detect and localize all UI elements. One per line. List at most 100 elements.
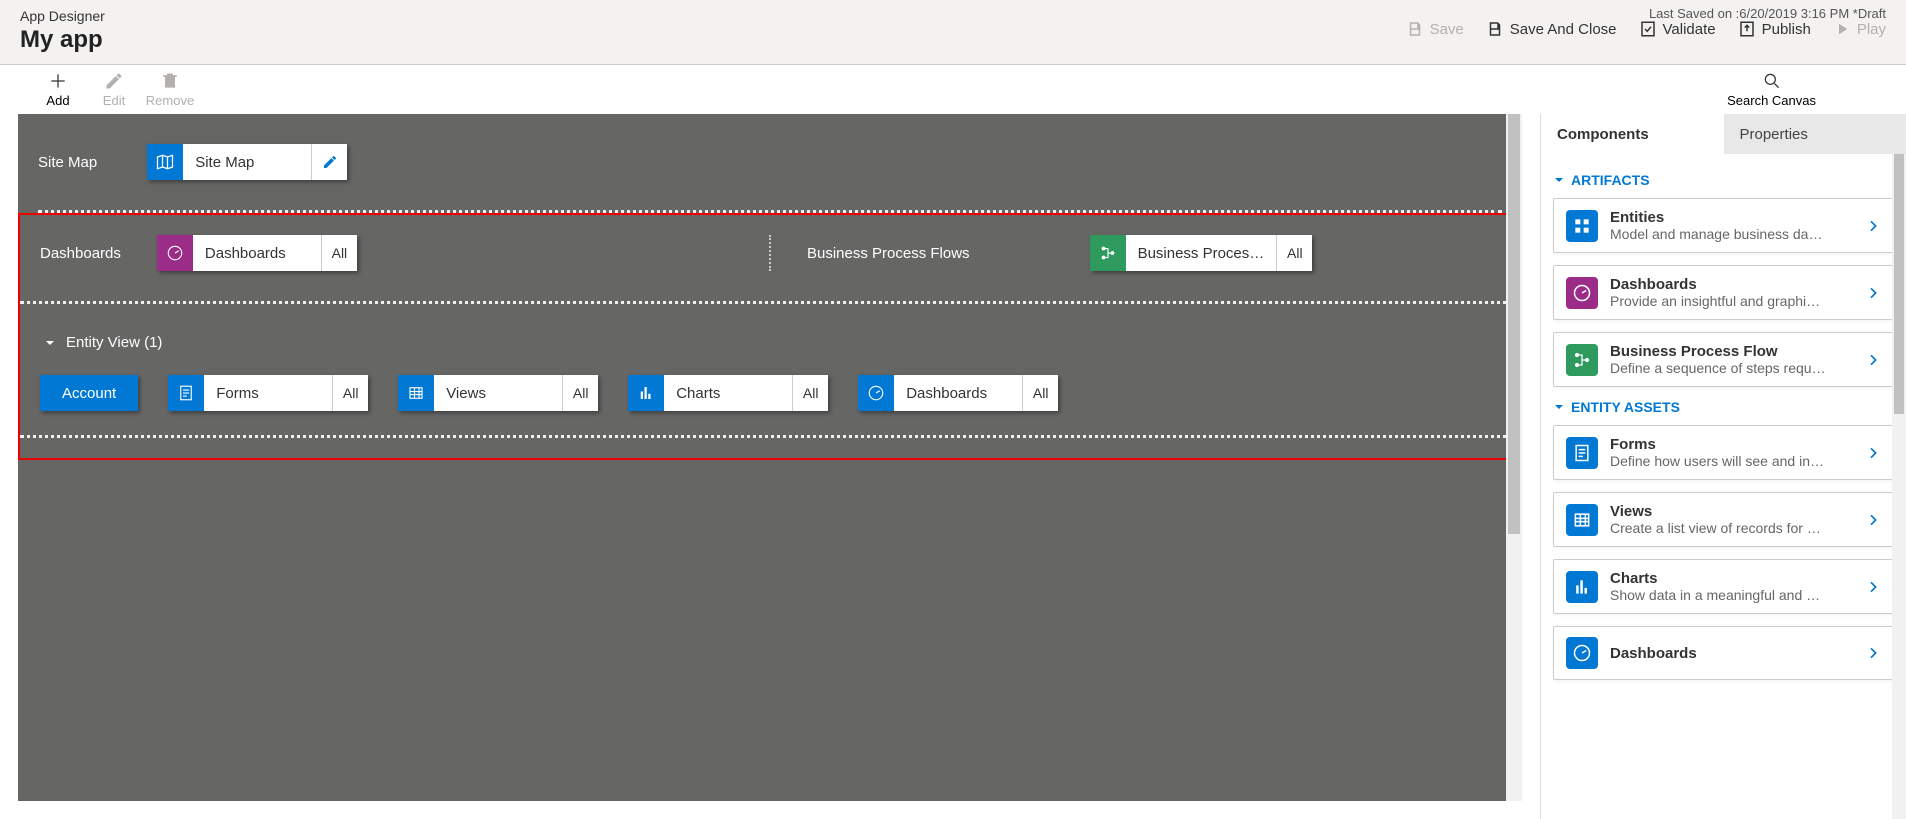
artifacts-header[interactable]: ARTIFACTS [1553, 172, 1894, 188]
save-close-icon [1486, 20, 1504, 38]
card-title: Views [1610, 503, 1853, 520]
save-button: Save [1406, 20, 1464, 38]
form-icon [1566, 437, 1598, 469]
card-title: Dashboards [1610, 645, 1853, 662]
validate-button[interactable]: Validate [1639, 20, 1716, 38]
add-button[interactable]: Add [30, 71, 86, 108]
publish-button[interactable]: Publish [1738, 20, 1811, 38]
entity-dashboards-all-button[interactable]: All [1022, 375, 1058, 411]
card-desc: Provide an insightful and graphi… [1610, 293, 1853, 309]
save-close-button[interactable]: Save And Close [1486, 20, 1617, 38]
bpf-tile[interactable]: Business Proces… All [1090, 235, 1313, 271]
forms-tile[interactable]: Forms All [168, 375, 368, 411]
search-canvas-button[interactable]: Search Canvas [1727, 71, 1816, 108]
entity-view-label: Entity View (1) [66, 334, 162, 351]
views-all-button[interactable]: All [562, 375, 598, 411]
card-desc: Create a list view of records for … [1610, 520, 1853, 536]
gauge-icon [1566, 637, 1598, 669]
asset-card-charts[interactable]: ChartsShow data in a meaningful and … [1553, 559, 1894, 614]
card-desc: Define a sequence of steps requ… [1610, 360, 1853, 376]
play-label: Play [1857, 21, 1886, 38]
divider [38, 210, 1502, 213]
tab-properties[interactable]: Properties [1724, 114, 1906, 154]
sitemap-edit-button[interactable] [311, 144, 347, 180]
save-close-label: Save And Close [1510, 21, 1617, 38]
canvas-scrollbar[interactable] [1506, 114, 1522, 801]
remove-button: Remove [142, 71, 198, 108]
card-title: Dashboards [1610, 276, 1853, 293]
scroll-thumb[interactable] [1508, 114, 1520, 534]
dashboards-tile[interactable]: Dashboards All [157, 235, 357, 271]
caret-down-icon [1553, 174, 1565, 186]
bpf-all-button[interactable]: All [1276, 235, 1312, 271]
dashboards-all-button[interactable]: All [321, 235, 357, 271]
entity-dashboards-tile[interactable]: Dashboards All [858, 375, 1058, 411]
canvas[interactable]: Site Map Site Map Dashboards [18, 114, 1522, 801]
card-title: Entities [1610, 209, 1853, 226]
save-icon [1406, 20, 1424, 38]
designer-label: App Designer [20, 8, 105, 24]
panel-body: ARTIFACTS EntitiesModel and manage busin… [1541, 154, 1906, 819]
asset-card-dashboards[interactable]: Dashboards [1553, 626, 1894, 680]
form-icon [168, 375, 204, 411]
gauge-icon [157, 235, 193, 271]
bpf-title: Business Process Flows [807, 245, 970, 262]
asset-card-views[interactable]: ViewsCreate a list view of records for … [1553, 492, 1894, 547]
tab-components[interactable]: Components [1541, 114, 1724, 154]
app-title: My app [20, 26, 105, 54]
save-label: Save [1430, 21, 1464, 38]
map-icon [147, 144, 183, 180]
card-title: Charts [1610, 570, 1853, 587]
validate-icon [1639, 20, 1657, 38]
views-tile[interactable]: Views All [398, 375, 598, 411]
sitemap-row: Site Map Site Map [18, 114, 1522, 210]
header-actions: Save Save And Close Validate Publish Pla… [1406, 20, 1886, 38]
right-panel: Components Properties ARTIFACTS Entities… [1540, 114, 1906, 819]
card-desc: Define how users will see and in… [1610, 453, 1853, 469]
card-text: Dashboards [1610, 645, 1853, 662]
play-button: Play [1833, 20, 1886, 38]
trash-icon [160, 71, 180, 91]
panel-scrollbar[interactable] [1892, 154, 1906, 819]
card-text: ViewsCreate a list view of records for … [1610, 503, 1853, 536]
card-text: Business Process FlowDefine a sequence o… [1610, 343, 1853, 376]
entity-view-header[interactable]: Entity View (1) [44, 334, 1500, 351]
artifact-card-dashboards[interactable]: DashboardsProvide an insightful and grap… [1553, 265, 1894, 320]
toolbar: Add Edit Remove Search Canvas [0, 65, 1906, 114]
card-title: Business Process Flow [1610, 343, 1853, 360]
pencil-icon [104, 71, 124, 91]
publish-label: Publish [1762, 21, 1811, 38]
table-icon [1566, 504, 1598, 536]
views-label: Views [434, 375, 562, 411]
validate-label: Validate [1663, 21, 1716, 38]
last-saved: Last Saved on :6/20/2019 3:16 PM *Draft [1649, 6, 1886, 21]
caret-down-icon [44, 337, 56, 349]
flow-icon [1090, 235, 1126, 271]
gauge-icon [1566, 277, 1598, 309]
scroll-thumb[interactable] [1894, 154, 1904, 414]
pencil-icon [322, 154, 338, 170]
canvas-wrap: Site Map Site Map Dashboards [0, 114, 1540, 819]
account-entity-button[interactable]: Account [40, 375, 138, 411]
entity-assets-row: Account Forms All Views All Charts [40, 375, 1500, 411]
artifact-card-entities[interactable]: EntitiesModel and manage business da… [1553, 198, 1894, 253]
charts-tile[interactable]: Charts All [628, 375, 828, 411]
forms-all-button[interactable]: All [332, 375, 368, 411]
sitemap-tile[interactable]: Site Map [147, 144, 347, 180]
artifact-card-business-process-flow[interactable]: Business Process FlowDefine a sequence o… [1553, 332, 1894, 387]
publish-icon [1738, 20, 1756, 38]
card-title: Forms [1610, 436, 1853, 453]
search-icon [1762, 71, 1782, 91]
entity-assets-header-label: ENTITY ASSETS [1571, 399, 1680, 415]
dashboards-tile-label: Dashboards [193, 235, 321, 271]
chart-icon [1566, 571, 1598, 603]
artifacts-header-label: ARTIFACTS [1571, 172, 1650, 188]
panel-tabs: Components Properties [1541, 114, 1906, 154]
grid-icon [1566, 210, 1598, 242]
asset-card-forms[interactable]: FormsDefine how users will see and in… [1553, 425, 1894, 480]
charts-all-button[interactable]: All [792, 375, 828, 411]
highlight-region: Dashboards Dashboards All Business Proce… [18, 213, 1522, 460]
entity-assets-header[interactable]: ENTITY ASSETS [1553, 399, 1894, 415]
search-label: Search Canvas [1727, 93, 1816, 108]
header: App Designer My app Save Save And Close … [0, 0, 1906, 65]
